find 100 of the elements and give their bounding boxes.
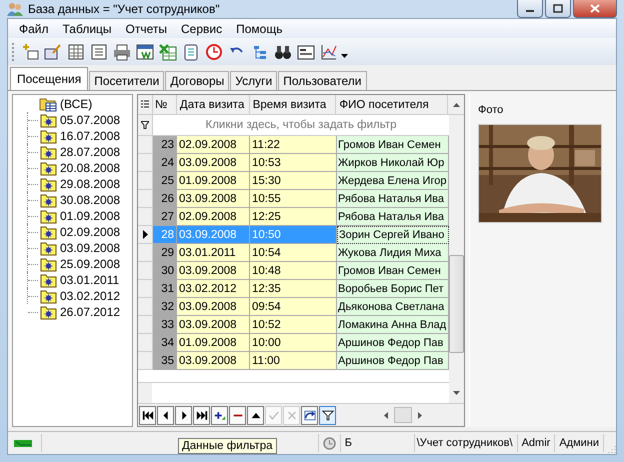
- tree-item[interactable]: 03.09.2008: [59, 241, 122, 255]
- window-icon[interactable]: [136, 42, 154, 60]
- chart-icon[interactable]: [320, 42, 338, 60]
- tab[interactable]: Посещения: [10, 67, 88, 90]
- column-list-icon[interactable]: [141, 100, 149, 110]
- resize-grip-icon[interactable]: [606, 444, 616, 454]
- curved-arrow-icon: [304, 410, 316, 420]
- spreadsheet-icon[interactable]: [159, 42, 177, 60]
- folder-icon: [40, 176, 57, 192]
- column-header[interactable]: Время визита: [250, 95, 336, 114]
- table-cell: 10:53: [250, 154, 337, 172]
- table-cell: 03.09.2008: [177, 262, 250, 280]
- tree-item[interactable]: 25.09.2008: [59, 257, 122, 271]
- table-cell: 03.09.2008: [177, 190, 250, 208]
- table-cell: Жирков Николай Юр: [337, 154, 449, 172]
- filter-hint[interactable]: Кликни здесь, чтобы задать фильтр: [153, 119, 449, 131]
- notepad-icon[interactable]: [182, 42, 200, 60]
- table-cell: 33: [153, 316, 177, 334]
- tree-item[interactable]: 02.09.2008: [59, 225, 122, 239]
- tree-item[interactable]: 03.01.2011: [59, 273, 120, 287]
- table-cell: Громов Иван Семен: [337, 136, 449, 154]
- table-cell: 10:48: [250, 262, 337, 280]
- table-cell: 01.09.2008: [177, 172, 250, 190]
- previous-record-button[interactable]: [157, 406, 174, 424]
- table-cell: 35: [153, 352, 177, 370]
- table-cell: Рябова Наталья Ива: [337, 190, 449, 208]
- delete-record-button[interactable]: [229, 406, 246, 424]
- scroll-down-icon[interactable]: [453, 391, 460, 395]
- filter-icon: [322, 410, 334, 420]
- tree-item[interactable]: 28.07.2008: [59, 145, 122, 159]
- minimize-button[interactable]: [517, 0, 543, 18]
- table-cell: 02.09.2008: [177, 136, 250, 154]
- table-cell: 10:00: [250, 334, 337, 352]
- table-cell: 11:00: [250, 352, 337, 370]
- tab[interactable]: Посетители: [89, 71, 164, 90]
- menu-item[interactable]: Файл: [12, 22, 56, 36]
- menu-item[interactable]: Отчеты: [118, 22, 174, 36]
- card-icon[interactable]: [297, 42, 315, 60]
- row-header[interactable]: [138, 226, 153, 244]
- table-cell: 34: [153, 334, 177, 352]
- table-cell: 03.09.2008: [177, 298, 250, 316]
- clock-icon: [322, 436, 336, 450]
- table-icon[interactable]: [67, 42, 85, 60]
- table-cell: Аршинов Федор Пав: [337, 334, 449, 352]
- last-record-button[interactable]: [193, 406, 210, 424]
- edit-icon[interactable]: [44, 42, 62, 60]
- folder-icon: [40, 112, 57, 128]
- refresh-button[interactable]: [301, 406, 318, 424]
- menu-item[interactable]: Таблицы: [56, 22, 119, 36]
- tree-item[interactable]: 01.09.2008: [59, 209, 122, 223]
- tree-item[interactable]: 16.07.2008: [59, 129, 122, 143]
- table-cell: 31: [153, 280, 177, 298]
- column-header[interactable]: №: [153, 95, 177, 114]
- menu-item[interactable]: Помощь: [229, 22, 290, 36]
- table-cell: 01.09.2008: [177, 334, 250, 352]
- form-icon[interactable]: [90, 42, 108, 60]
- column-header[interactable]: Дата визита: [176, 95, 250, 114]
- add-table-icon[interactable]: [21, 42, 39, 60]
- scroll-left-icon[interactable]: [384, 412, 388, 418]
- people-icon: [7, 1, 23, 17]
- folder-icon: [40, 272, 57, 288]
- add-record-button[interactable]: [211, 406, 228, 424]
- table-cell: 12:35: [250, 280, 337, 298]
- folder-icon: [40, 240, 57, 256]
- current-row-icon: [142, 230, 148, 239]
- maximize-button[interactable]: [545, 0, 571, 18]
- scroll-up-icon[interactable]: [452, 102, 460, 106]
- scroll-right-icon[interactable]: [418, 412, 422, 418]
- table-cell: Громов Иван Семен: [337, 262, 449, 280]
- tab[interactable]: Услуги: [230, 71, 278, 90]
- menu-item[interactable]: Сервис: [174, 22, 230, 36]
- table-cell: Аршинов Федор Пав: [337, 352, 449, 370]
- close-button[interactable]: [573, 0, 617, 18]
- first-record-button[interactable]: [139, 406, 156, 424]
- tree-item[interactable]: 29.08.2008: [59, 177, 122, 191]
- edit-record-button[interactable]: [247, 406, 264, 424]
- tree-item[interactable]: (ВСЕ): [59, 97, 94, 111]
- clock-icon[interactable]: [205, 42, 223, 60]
- filter-button[interactable]: [319, 406, 336, 424]
- scrollbar-thumb[interactable]: [449, 255, 464, 353]
- status-text: \Учет сотрудников\: [416, 437, 513, 449]
- tree-item[interactable]: 20.08.2008: [59, 161, 122, 175]
- column-header[interactable]: ФИО посетителя: [336, 95, 448, 114]
- printer-icon[interactable]: [113, 42, 131, 60]
- dropdown-arrow-icon[interactable]: [341, 54, 348, 59]
- tree-item[interactable]: 05.07.2008: [59, 113, 122, 127]
- tree-item[interactable]: 30.08.2008: [59, 193, 122, 207]
- tree-item[interactable]: 26.07.2012: [59, 305, 122, 319]
- status-text: Админи: [559, 437, 599, 449]
- scrollbar-thumb[interactable]: [394, 407, 412, 423]
- folder-icon: [40, 192, 57, 208]
- folder-icon: [40, 224, 57, 240]
- table-cell: 30: [153, 262, 177, 280]
- window-title: База данных = "Учет сотрудников": [28, 2, 220, 16]
- table-cell: 03.09.2008: [177, 226, 250, 244]
- tab[interactable]: Договоры: [165, 71, 230, 90]
- next-record-button[interactable]: [175, 406, 192, 424]
- tab[interactable]: Пользователи: [278, 71, 367, 90]
- tree-item[interactable]: 03.02.2012: [59, 289, 122, 303]
- table-cell: Жукова Лидия Миха: [337, 244, 449, 262]
